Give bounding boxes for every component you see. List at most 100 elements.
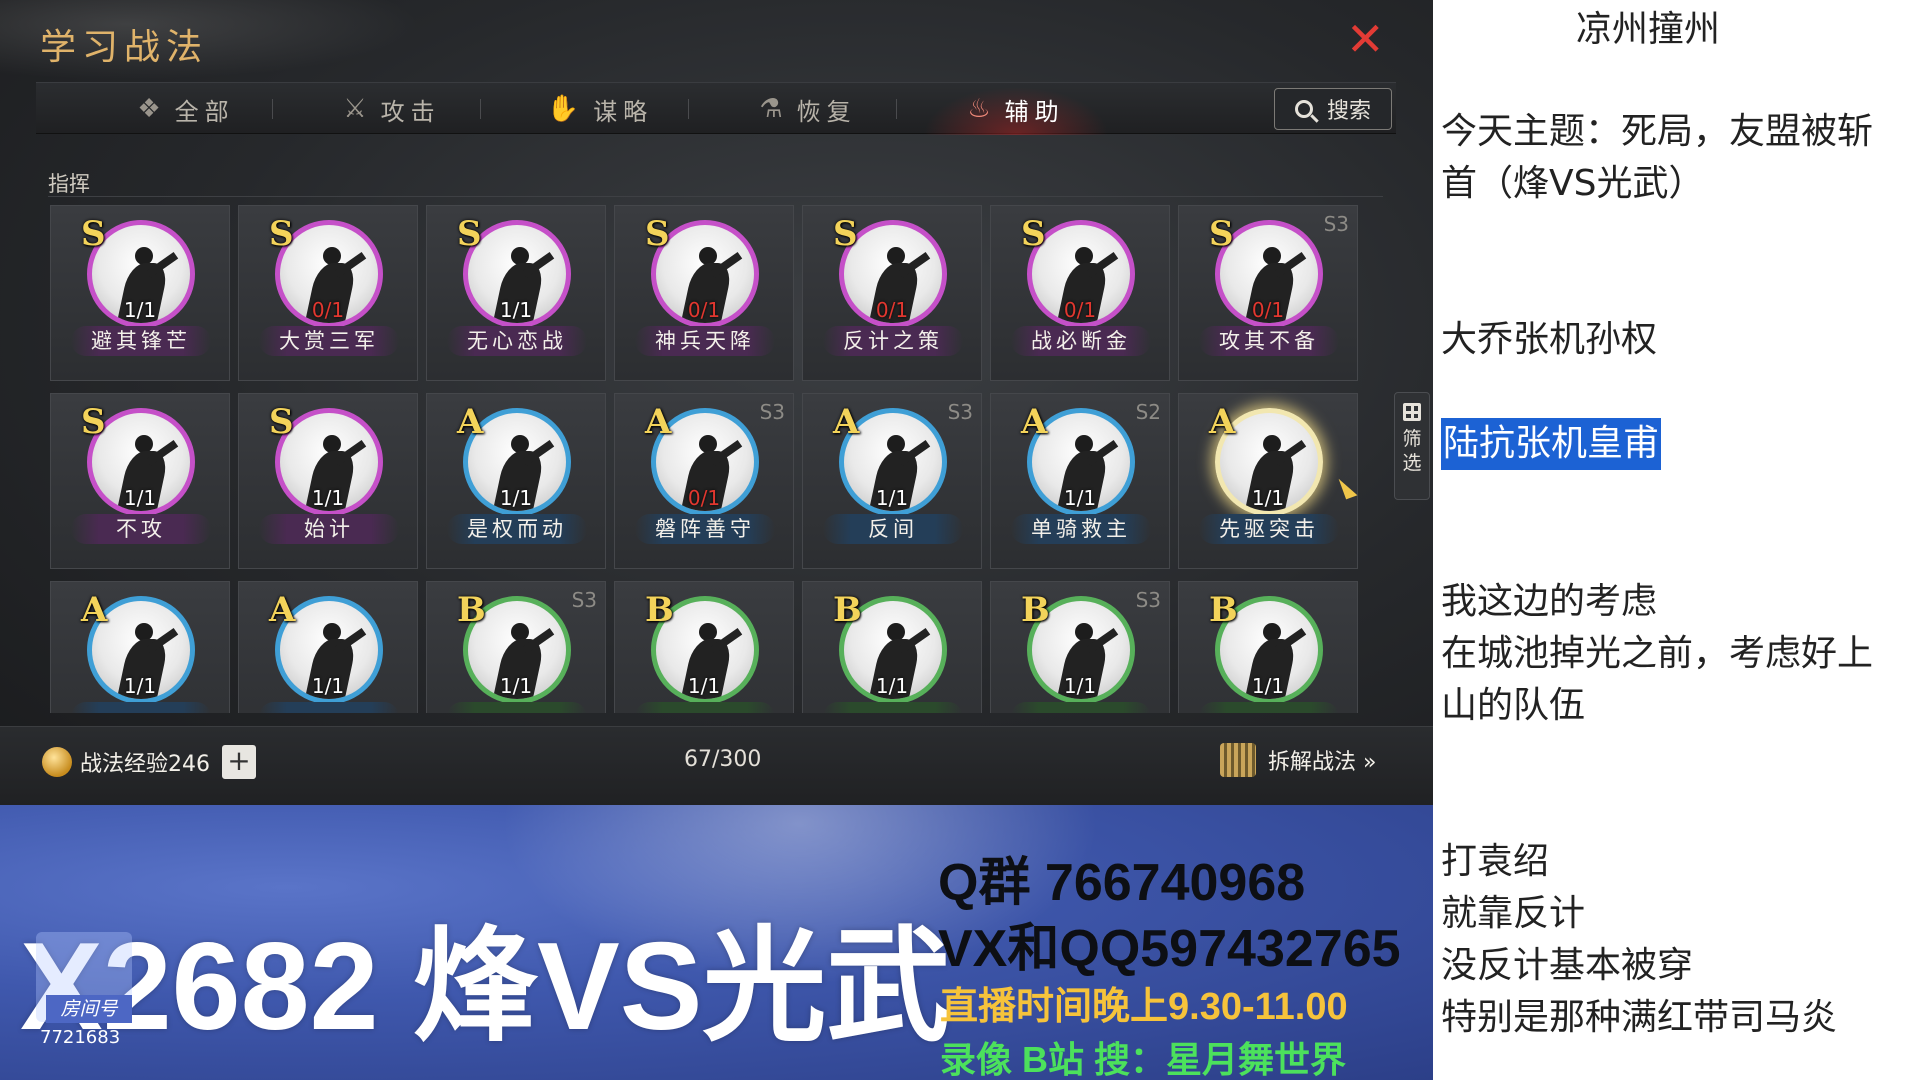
grade-badge: S xyxy=(269,402,294,442)
season-tag: S3 xyxy=(947,400,973,424)
tab-label: 全部 xyxy=(174,97,235,126)
tactic-name: 是权而动 xyxy=(447,514,587,544)
grade-badge: A xyxy=(833,402,860,442)
tactic-count: 67/300 xyxy=(684,747,762,772)
tab-attack[interactable]: ⚔ 攻击 xyxy=(292,83,492,135)
tactic-name xyxy=(635,702,775,713)
decompose-tactics-button[interactable]: 拆解战法 » xyxy=(1220,743,1376,777)
tactic-level: 1/1 xyxy=(1251,674,1285,698)
scroll-bundle-icon xyxy=(1220,743,1256,777)
tactic-card[interactable]: S 0/1 战必断金 xyxy=(990,205,1170,381)
tactic-card[interactable]: S 1/1 避其锋芒 xyxy=(50,205,230,381)
note-line: 没反计基本被穿 xyxy=(1441,945,1694,986)
tactic-name: 不攻 xyxy=(71,514,211,544)
tactic-name xyxy=(1011,702,1151,713)
scroll-icon: ✋ xyxy=(546,94,586,124)
tactic-level: 1/1 xyxy=(687,674,721,698)
add-exp-button[interactable]: + xyxy=(222,745,256,779)
note-line: 今天主题：死局，友盟被斩 xyxy=(1441,111,1874,152)
tactic-card[interactable]: S3 A 0/1 磐阵善守 xyxy=(614,393,794,569)
tactic-level: 1/1 xyxy=(499,674,533,698)
tactic-card[interactable]: S 0/1 神兵天降 xyxy=(614,205,794,381)
tactic-card[interactable]: S 0/1 大赏三军 xyxy=(238,205,418,381)
tactic-level: 1/1 xyxy=(499,486,533,510)
grade-badge: S xyxy=(833,214,858,254)
tactic-card[interactable]: A 1/1 先驱突击 xyxy=(1178,393,1358,569)
tactic-name xyxy=(71,702,211,713)
note-line: 打袁绍 xyxy=(1441,841,1550,882)
grade-badge: A xyxy=(645,402,672,442)
tactic-exp: 战法经验246 + xyxy=(42,745,256,779)
tactic-name: 神兵天降 xyxy=(635,326,775,356)
close-icon[interactable]: ✕ xyxy=(1346,16,1385,62)
tab-all[interactable]: ❖ 全部 xyxy=(86,83,286,135)
tab-support[interactable]: ♨ 辅助 xyxy=(916,83,1116,135)
exp-coin-icon xyxy=(42,747,72,777)
tactic-card[interactable]: S3 S 0/1 攻其不备 xyxy=(1178,205,1358,381)
tactic-card[interactable]: B 1/1 xyxy=(614,581,794,713)
tactic-card[interactable]: S 1/1 始计 xyxy=(238,393,418,569)
filter-button[interactable]: 筛选 xyxy=(1394,392,1430,500)
tactic-card[interactable]: B 1/1 xyxy=(802,581,982,713)
tactic-level: 0/1 xyxy=(875,298,909,322)
tactic-level: 1/1 xyxy=(875,674,909,698)
tactic-card[interactable]: S3 A 1/1 反间 xyxy=(802,393,982,569)
tab-label: 攻击 xyxy=(380,97,441,126)
grade-badge: A xyxy=(1209,402,1236,442)
grade-badge: S xyxy=(645,214,670,254)
grade-badge: B xyxy=(645,590,674,630)
tactic-level: 0/1 xyxy=(687,298,721,322)
tactic-card[interactable]: A 1/1 是权而动 xyxy=(426,393,606,569)
tactic-name: 反间 xyxy=(823,514,963,544)
grade-badge: A xyxy=(81,590,108,630)
support-icon: ♨ xyxy=(967,94,997,124)
potion-icon: ⚗ xyxy=(759,94,789,124)
notes-heading: 凉州撞州 xyxy=(1576,9,1721,50)
tactic-name xyxy=(447,702,587,713)
room-title: X2682 烽VS光武 xyxy=(20,918,951,1056)
tactic-card[interactable]: B 1/1 xyxy=(1178,581,1358,713)
note-line: 首（烽VS光武） xyxy=(1441,163,1705,204)
room-number-label: 房间号 xyxy=(46,995,132,1023)
grade-badge: A xyxy=(457,402,484,442)
section-title: 指挥 xyxy=(48,172,90,196)
search-label: 搜索 xyxy=(1326,99,1371,124)
note-line: 大乔张机孙权 xyxy=(1441,319,1658,360)
notes-panel: 凉州撞州 今天主题：死局，友盟被斩 首（烽VS光武） 大乔张机孙权 陆抗张机皇甫… xyxy=(1433,0,1920,1080)
tactic-level: 1/1 xyxy=(123,298,157,322)
qq-group-text: Q群 766740968 xyxy=(938,854,1306,912)
grade-badge: S xyxy=(1209,214,1234,254)
tactic-level: 0/1 xyxy=(1063,298,1097,322)
category-tab-bar: ❖ 全部 ⚔ 攻击 ✋ 谋略 ⚗ 恢复 ♨ 辅助 xyxy=(36,82,1396,135)
recording-text: 录像 B站 搜：星月舞世界 xyxy=(940,1039,1347,1080)
search-button[interactable]: 搜索 xyxy=(1274,88,1392,130)
tactic-card[interactable]: S3 B 1/1 xyxy=(990,581,1170,713)
tactic-card[interactable]: S 1/1 不攻 xyxy=(50,393,230,569)
tactic-card[interactable]: A 1/1 xyxy=(238,581,418,713)
tactic-name: 攻其不备 xyxy=(1199,326,1339,356)
grade-badge: S xyxy=(269,214,294,254)
live-time-text: 直播时间晚上9.30-11.00 xyxy=(940,986,1348,1028)
tactic-card[interactable]: S 1/1 无心恋战 xyxy=(426,205,606,381)
tab-strategy[interactable]: ✋ 谋略 xyxy=(500,83,700,135)
tab-recovery[interactable]: ⚗ 恢复 xyxy=(708,83,908,135)
grade-badge: B xyxy=(457,590,486,630)
note-line-highlighted: 陆抗张机皇甫 xyxy=(1441,418,1662,470)
tactic-name: 单骑救主 xyxy=(1011,514,1151,544)
season-tag: S3 xyxy=(1323,212,1349,236)
tactic-card[interactable]: A 1/1 xyxy=(50,581,230,713)
decompose-label: 拆解战法 » xyxy=(1268,750,1377,775)
tactic-card[interactable]: S 0/1 反计之策 xyxy=(802,205,982,381)
tab-divider xyxy=(480,99,481,119)
tactic-card[interactable]: S2 A 1/1 单骑救主 xyxy=(990,393,1170,569)
tactic-name: 始计 xyxy=(259,514,399,544)
note-line: 就靠反计 xyxy=(1441,893,1586,934)
tactic-level: 1/1 xyxy=(1063,674,1097,698)
tab-label: 恢复 xyxy=(796,97,857,126)
tactic-name xyxy=(1199,702,1339,713)
tactic-level: 1/1 xyxy=(499,298,533,322)
tactic-level: 0/1 xyxy=(311,298,345,322)
tactic-card[interactable]: S3 B 1/1 xyxy=(426,581,606,713)
room-number: 7721683 xyxy=(40,1027,121,1048)
tab-label: 谋略 xyxy=(593,97,654,126)
